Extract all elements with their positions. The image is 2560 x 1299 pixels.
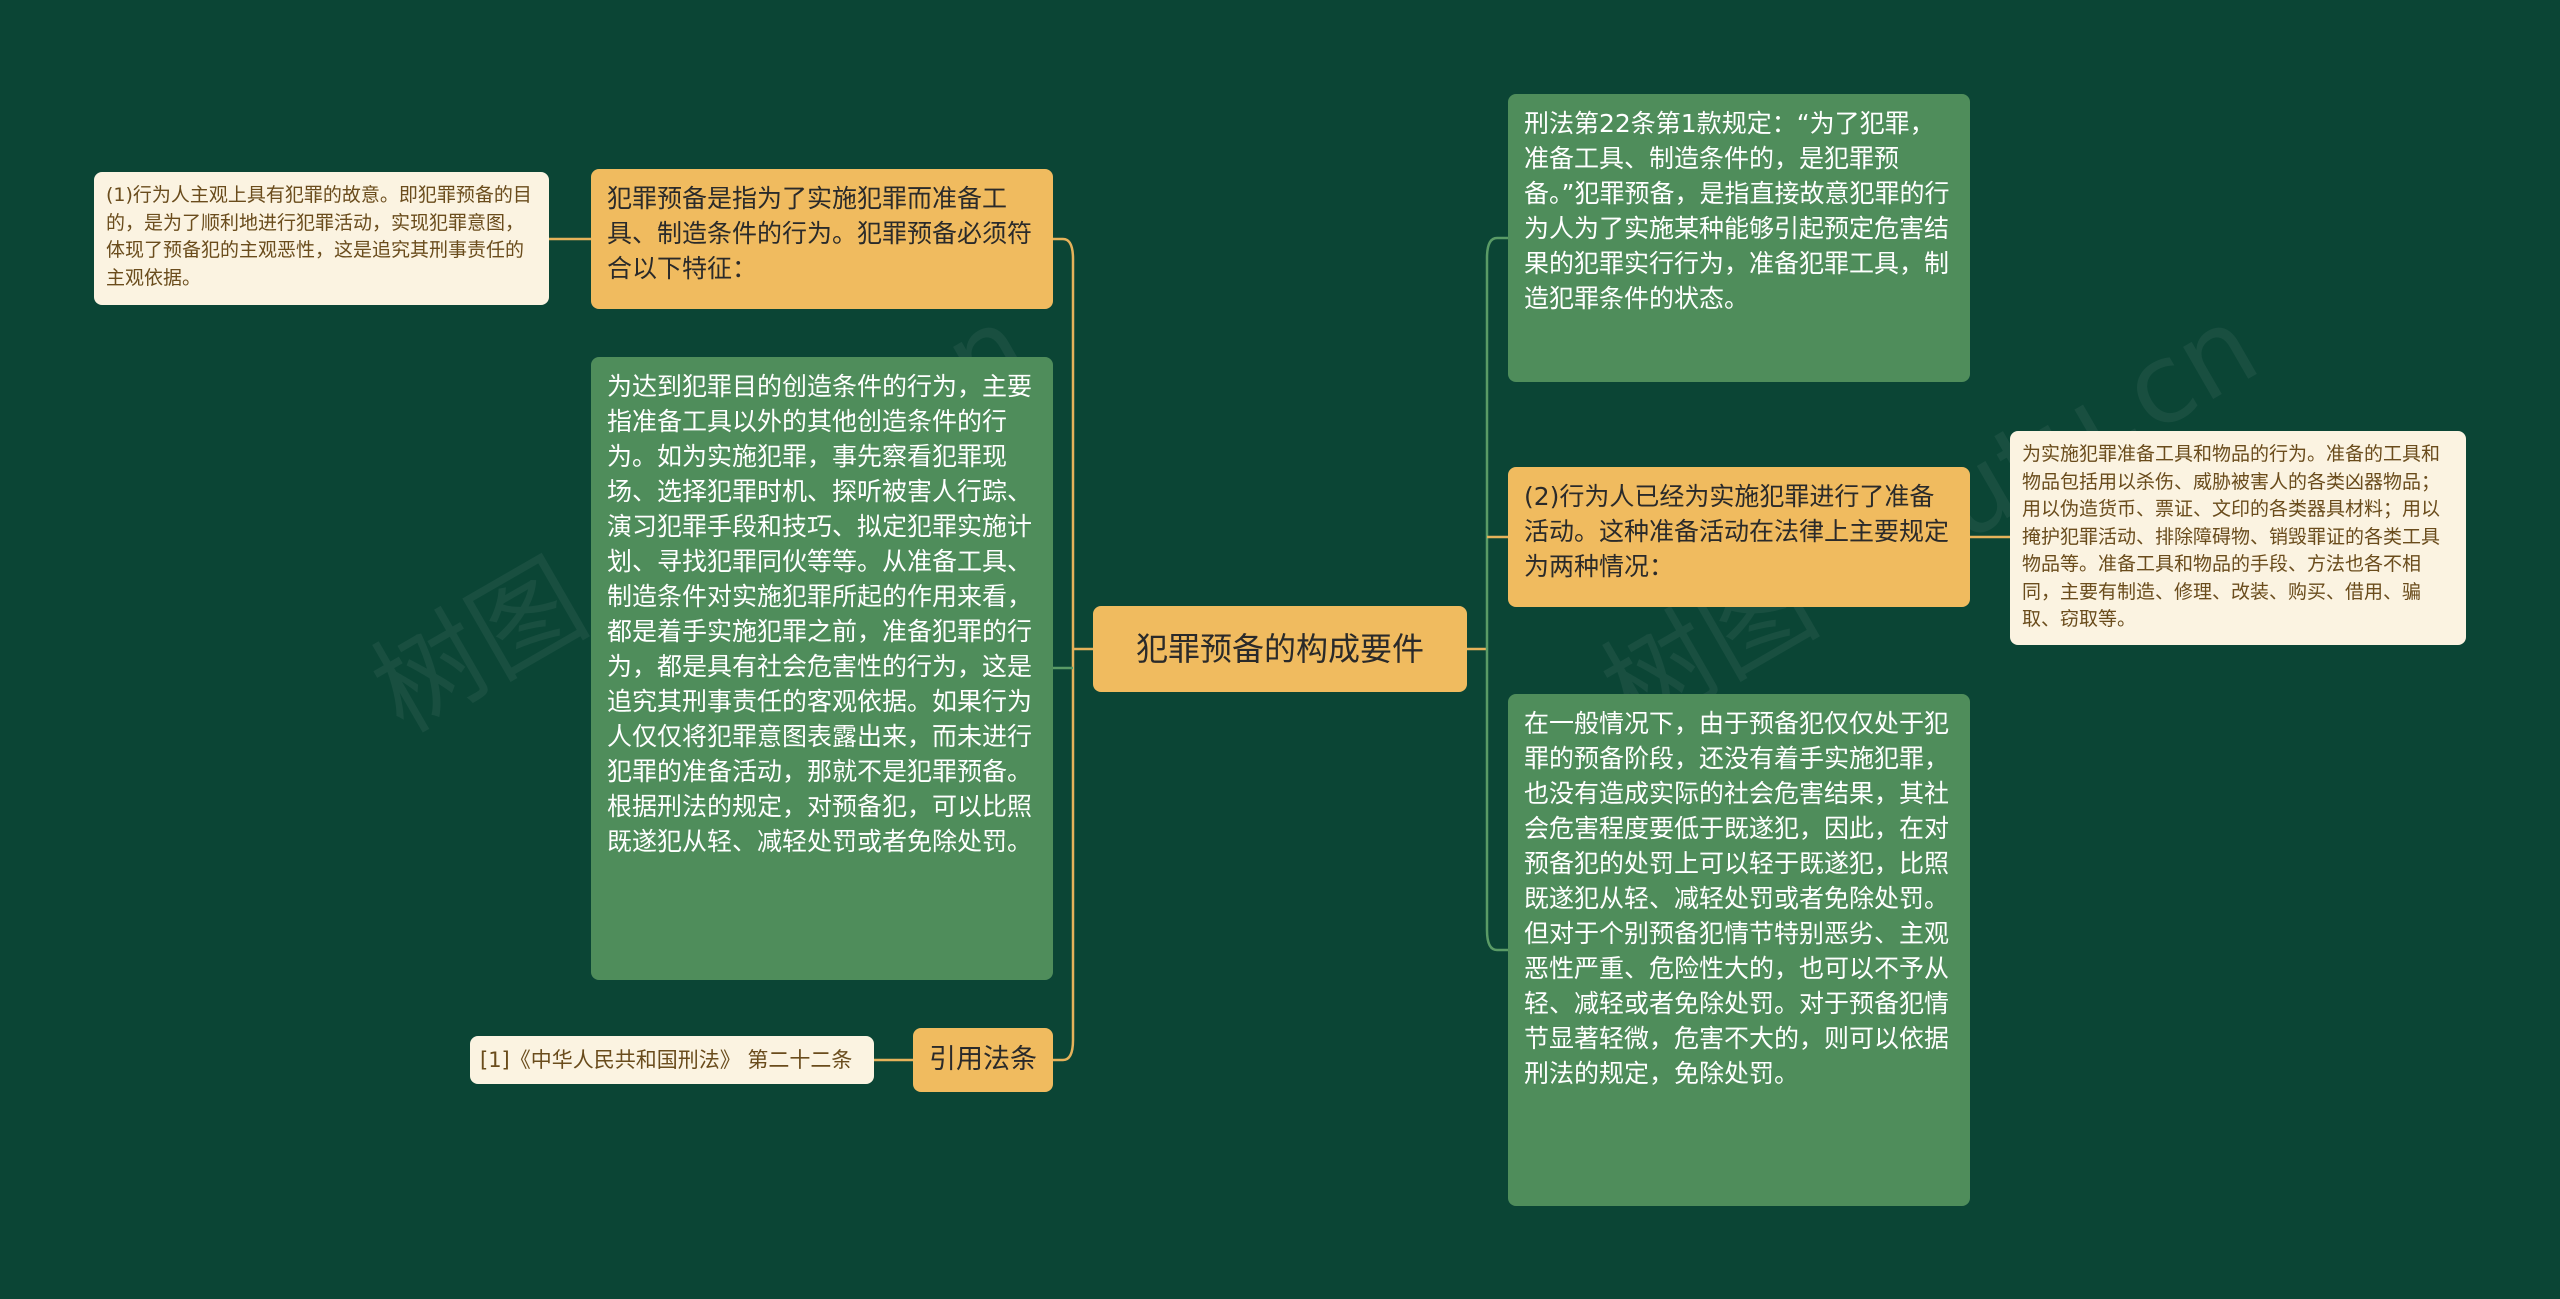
feature2-note-node[interactable]: 为实施犯罪准备工具和物品的行为。准备的工具和物品包括用以杀伤、威胁被害人的各类凶… [2010, 431, 2466, 645]
citation-item-node[interactable]: [1]《中华人民共和国刑法》 第二十二条 [470, 1036, 874, 1084]
connector-right-trunk [1485, 236, 1508, 952]
citation-label-node[interactable]: 引用法条 [913, 1028, 1053, 1092]
connector-left-trunk [1053, 237, 1075, 1062]
definition-note-node[interactable]: (1)行为人主观上具有犯罪的故意。即犯罪预备的目的，是为了顺利地进行犯罪活动，实… [94, 172, 549, 305]
conditions-node[interactable]: 为达到犯罪目的创造条件的行为，主要指准备工具以外的其他创造条件的行为。如为实施犯… [591, 357, 1053, 980]
definition-node[interactable]: 犯罪预备是指为了实施犯罪而准备工具、制造条件的行为。犯罪预备必须符合以下特征： [591, 169, 1053, 309]
punishment-node[interactable]: 在一般情况下，由于预备犯仅仅处于犯罪的预备阶段，还没有着手实施犯罪，也没有造成实… [1508, 694, 1970, 1206]
article-node[interactable]: 刑法第22条第1款规定：“为了犯罪，准备工具、制造条件的，是犯罪预备。”犯罪预备… [1508, 94, 1970, 382]
mind-map-canvas: 树图 shutu.cn 树图 shutu.cn 犯罪预备的构成要件 犯罪预备是指… [0, 0, 2560, 1299]
root-topic[interactable]: 犯罪预备的构成要件 [1093, 606, 1467, 692]
feature2-node[interactable]: (2)行为人已经为实施犯罪进行了准备活动。这种准备活动在法律上主要规定为两种情况… [1508, 467, 1970, 607]
